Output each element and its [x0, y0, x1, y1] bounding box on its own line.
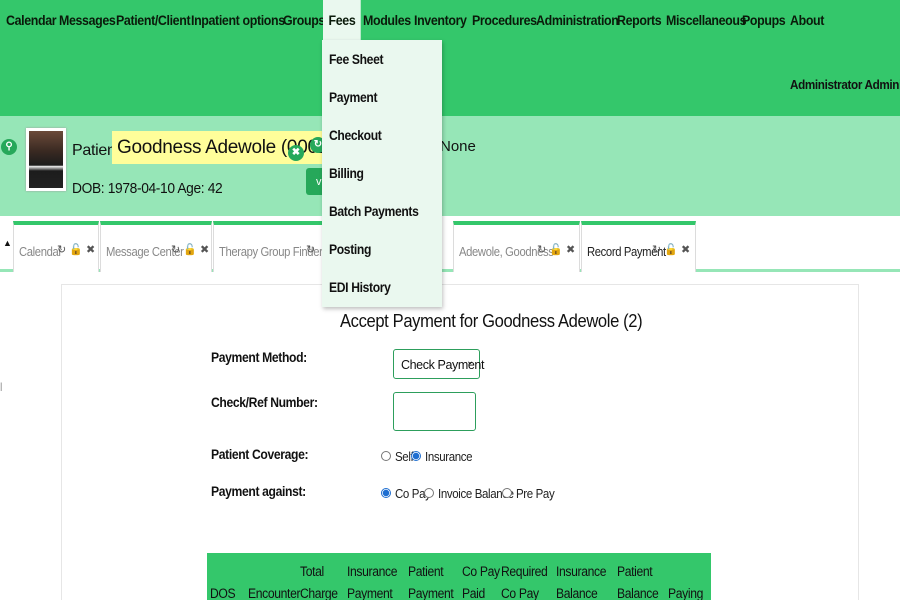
column-header-insurance-balance: Insurance Balance — [556, 564, 607, 600]
coverage-self-radio[interactable] — [381, 451, 391, 461]
user-menu[interactable]: Administrator Administr — [790, 77, 900, 92]
payment-against-label: Payment against: — [211, 484, 306, 499]
menu-administration[interactable]: Administration — [536, 13, 619, 28]
menu-inpatient-options[interactable]: Inpatient options — [191, 13, 285, 28]
against-copay-radio[interactable] — [381, 488, 391, 498]
close-icon[interactable]: ✖ — [288, 145, 304, 161]
patient-name[interactable]: Goodness Adewole (0002) — [112, 131, 340, 164]
patient-dob-age: DOB: 1978-04-10 Age: 42 — [72, 180, 223, 197]
dropdown-posting[interactable]: Posting — [329, 242, 371, 257]
menu-messages[interactable]: Messages — [59, 13, 116, 28]
check-ref-input[interactable] — [393, 392, 476, 431]
menu-modules[interactable]: Modules — [363, 13, 411, 28]
coverage-insurance-radio[interactable] — [411, 451, 421, 461]
tab-message-center[interactable]: Message Center ↻ 🔓 ✖ — [100, 221, 212, 272]
tab-record-payment[interactable]: Record Payment ↻ 🔓 ✖ — [581, 221, 696, 272]
dropdown-payment[interactable]: Payment — [329, 90, 377, 105]
tab-calendar[interactable]: Calendar ↻ 🔓 ✖ — [13, 221, 99, 272]
chevron-down-icon: ⌄ — [466, 356, 474, 367]
menu-fees[interactable]: Fees — [323, 0, 361, 40]
column-header-copay-paid: Co Pay Paid — [462, 564, 500, 600]
against-invoice-balance-radio[interactable] — [424, 488, 434, 498]
column-header-insurance-payment: Insurance Payment — [347, 564, 398, 600]
dropdown-batch-payments[interactable]: Batch Payments — [329, 204, 419, 219]
payment-method-label: Payment Method: — [211, 350, 307, 365]
tab-controls-icon[interactable]: ↻ 🔓 ✖ — [171, 243, 209, 256]
side-marker: | — [0, 381, 3, 391]
against-prepay-label: Pre Pay — [516, 487, 555, 501]
column-header-encounter: Encounter — [248, 586, 301, 600]
collapse-arrow-icon[interactable]: ▲ — [3, 238, 12, 248]
encounters-table-header: DOS Encounter Total Charge Insurance Payme… — [207, 553, 711, 600]
column-header-patient-payment: Patient Payment — [408, 564, 454, 600]
top-menu-bar: Calendar Messages Patient/Client Inpatie… — [0, 0, 900, 116]
tab-controls-icon[interactable]: ↻ 🔓 ✖ — [537, 243, 575, 256]
patient-extra-info: None — [440, 138, 476, 155]
dropdown-fee-sheet[interactable]: Fee Sheet — [329, 52, 384, 67]
menu-patient-client[interactable]: Patient/Client — [116, 13, 191, 28]
column-header-paying: Paying — [668, 586, 704, 600]
search-icon[interactable]: ⚲ — [1, 139, 17, 155]
column-header-total-charge: Total Charge — [300, 564, 338, 600]
page-title: Accept Payment for Goodness Adewole (2) — [340, 311, 643, 331]
against-prepay-radio[interactable] — [502, 488, 512, 498]
check-ref-label: Check/Ref Number: — [211, 395, 318, 410]
payment-method-select[interactable]: Check Payment ⌄ — [393, 349, 484, 379]
coverage-insurance-label: Insurance — [425, 450, 473, 464]
tab-controls-icon[interactable]: ↻ 🔓 ✖ — [57, 243, 95, 256]
dropdown-checkout[interactable]: Checkout — [329, 128, 382, 143]
menu-groups[interactable]: Groups — [283, 13, 325, 28]
dropdown-edi-history[interactable]: EDI History — [329, 280, 391, 295]
menu-reports[interactable]: Reports — [617, 13, 662, 28]
patient-coverage-label: Patient Coverage: — [211, 447, 309, 462]
menu-popups[interactable]: Popups — [742, 13, 786, 28]
menu-miscellaneous[interactable]: Miscellaneous — [666, 13, 746, 28]
fees-dropdown-menu: Fee Sheet Payment Checkout Billing Batch… — [322, 40, 442, 307]
menu-inventory[interactable]: Inventory — [414, 13, 467, 28]
column-header-patient-balance: Patient Balance — [617, 564, 659, 600]
avatar — [26, 128, 66, 191]
column-header-dos: DOS — [210, 586, 236, 600]
tab-controls-icon[interactable]: ↻ — [306, 243, 315, 256]
menu-calendar[interactable]: Calendar — [6, 13, 57, 28]
menu-procedures[interactable]: Procedures — [472, 13, 537, 28]
dropdown-billing[interactable]: Billing — [329, 166, 364, 181]
tab-label: Calendar — [19, 245, 62, 259]
tab-therapy-group-finder[interactable]: Therapy Group Finder ↻ — [213, 221, 323, 272]
tab-patient-dashboard[interactable]: Adewole, Goodness ↻ 🔓 ✖ — [453, 221, 580, 272]
menu-about[interactable]: About — [790, 13, 824, 28]
column-header-required-copay: Required Co Pay — [501, 564, 548, 600]
tab-controls-icon[interactable]: ↻ 🔓 ✖ — [652, 243, 690, 256]
